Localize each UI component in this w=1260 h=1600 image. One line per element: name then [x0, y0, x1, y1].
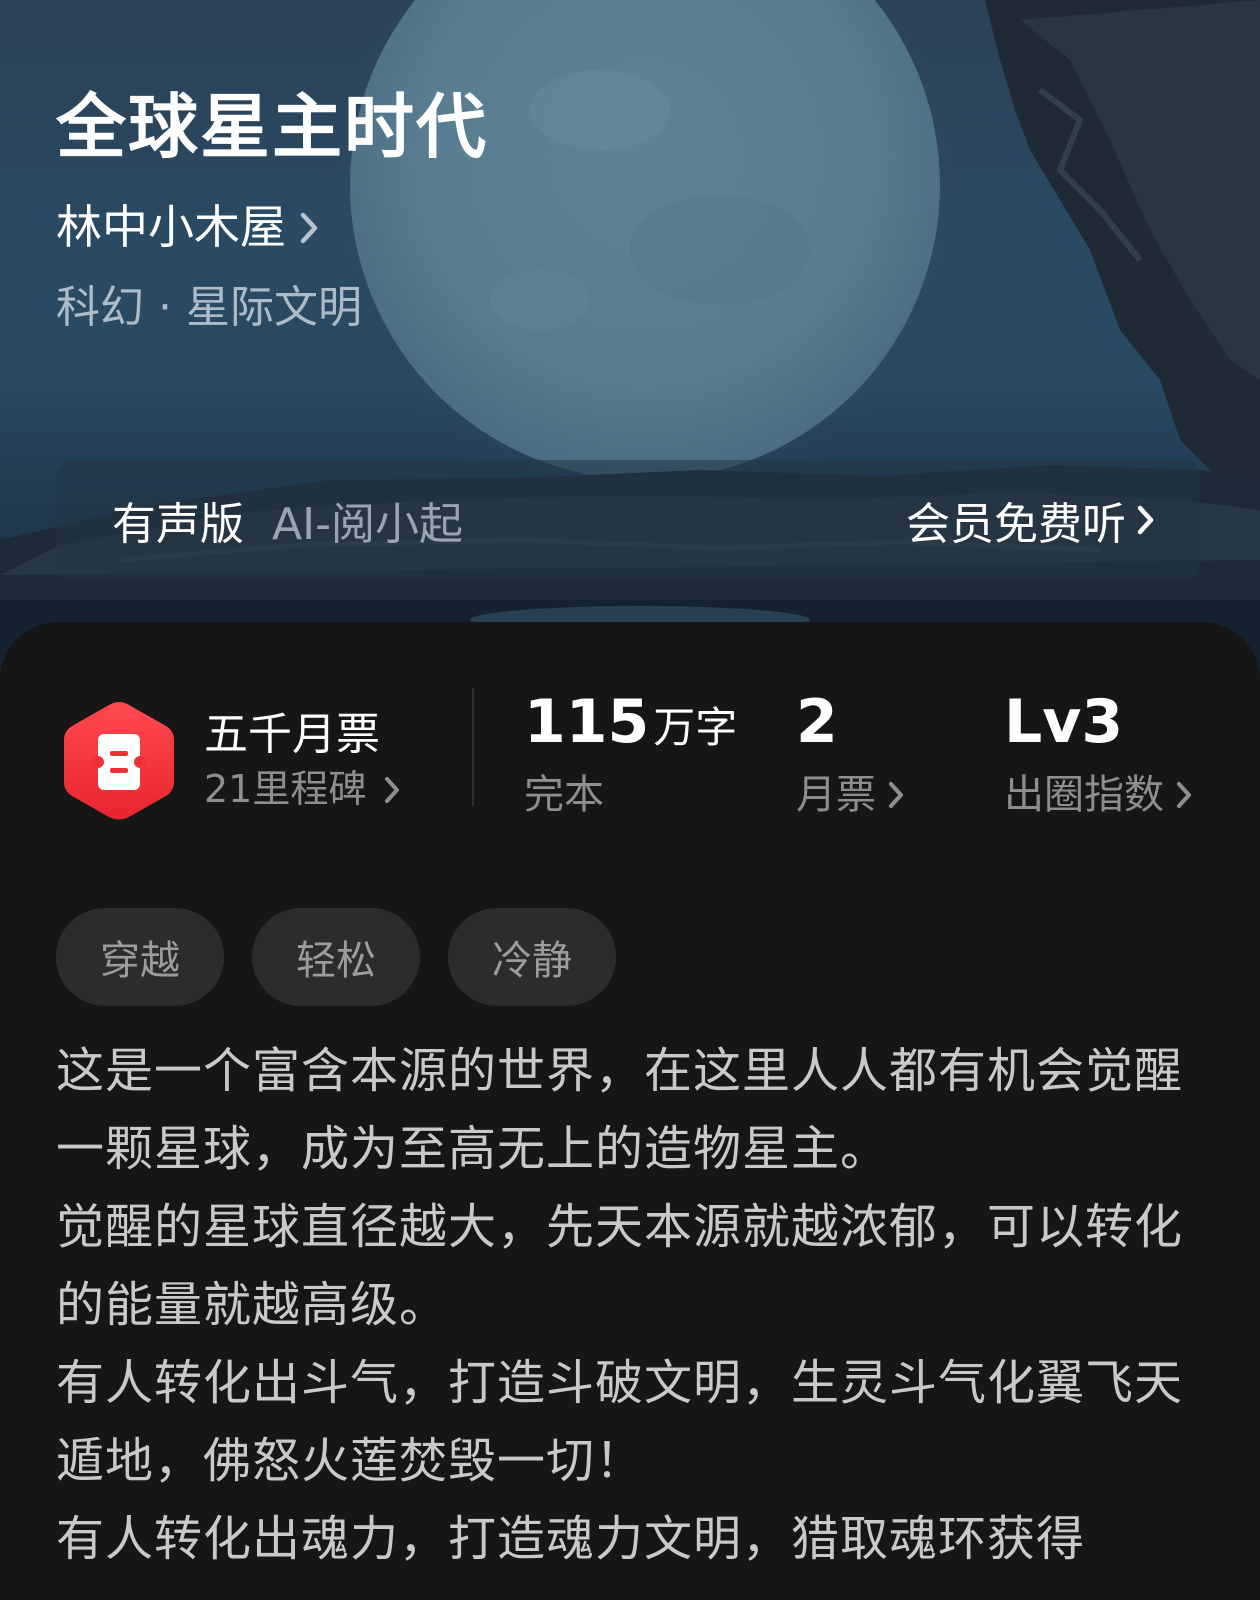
popularity-index-label: 出圈指数	[1004, 767, 1194, 823]
book-genre: 科幻 · 星际文明	[56, 282, 362, 333]
monthly-ticket-stat[interactable]: 2 月票	[796, 688, 906, 823]
tag-list: 穿越 轻松 冷静	[56, 908, 616, 1006]
word-count-label: 完本	[524, 767, 737, 823]
word-count-unit: 万字	[653, 703, 738, 752]
stats-row: 五千月票 21里程碑 115万字 完本 2 月票 Lv3 出圈指数	[0, 688, 1260, 838]
stats-divider	[472, 688, 474, 806]
tag-chip[interactable]: 冷静	[448, 908, 616, 1006]
cover-background: 全球星主时代 林中小木屋 科幻 · 星际文明 有声版 AI-阅小起 会员免费听	[0, 0, 1260, 700]
milestone-subtitle-text: 21里程碑	[204, 767, 367, 811]
milestone-text: 五千月票 21里程碑	[204, 706, 402, 816]
synopsis-paragraph: 这是一个富含本源的世界，在这里人人都有机会觉醒一颗星球，成为至高无上的造物星主。	[56, 1043, 1184, 1177]
ticket-badge-icon	[64, 702, 174, 820]
book-info-panel: 五千月票 21里程碑 115万字 完本 2 月票 Lv3 出圈指数 穿越 轻松 …	[0, 622, 1260, 1600]
author-name: 林中小木屋	[56, 200, 286, 254]
popularity-index-label-text: 出圈指数	[1004, 772, 1164, 818]
popularity-index-value: Lv3	[1004, 687, 1124, 757]
chevron-right-icon	[1137, 505, 1154, 535]
member-free-listen-label: 会员免费听	[906, 499, 1126, 550]
synopsis-paragraph: 觉醒的星球直径越大，先天本源就越浓郁，可以转化的能量就越高级。	[56, 1199, 1184, 1333]
chevron-right-icon	[385, 776, 400, 803]
milestone-subtitle: 21里程碑	[204, 763, 402, 816]
book-detail-screen: 全球星主时代 林中小木屋 科幻 · 星际文明 有声版 AI-阅小起 会员免费听	[0, 0, 1260, 1600]
author-link[interactable]: 林中小木屋	[56, 200, 320, 255]
synopsis-paragraph: 有人转化出斗气，打造斗破文明，生灵斗气化翼飞天遁地，佛怒火莲焚毁一切！	[56, 1355, 1184, 1489]
audio-version-bar[interactable]: 有声版 AI-阅小起 会员免费听	[56, 460, 1200, 580]
word-count-number: 115	[524, 687, 650, 757]
completion-status: 完本	[524, 772, 604, 818]
milestone-card[interactable]: 五千月票 21里程碑	[60, 698, 402, 824]
book-title: 全球星主时代	[56, 85, 488, 168]
milestone-title: 五千月票	[204, 708, 380, 760]
tag-chip[interactable]: 轻松	[252, 908, 420, 1006]
popularity-index-stat[interactable]: Lv3 出圈指数	[1004, 688, 1194, 823]
tag-chip[interactable]: 穿越	[56, 908, 224, 1006]
chevron-right-icon	[1177, 782, 1191, 808]
chevron-right-icon	[889, 782, 903, 808]
audio-label: 有声版	[112, 499, 244, 550]
word-count-value: 115万字	[524, 688, 737, 757]
synopsis-paragraph: 有人转化出魂力，打造魂力文明，猎取魂环获得	[56, 1511, 1086, 1567]
monthly-ticket-label: 月票	[796, 767, 906, 823]
monthly-ticket-label-text: 月票	[796, 772, 876, 818]
monthly-ticket-value: 2	[796, 687, 838, 757]
chevron-right-icon	[300, 212, 318, 243]
member-free-listen-button[interactable]: 会员免费听	[906, 488, 1156, 552]
synopsis[interactable]: 这是一个富含本源的世界，在这里人人都有机会觉醒一颗星球，成为至高无上的造物星主。…	[56, 1032, 1216, 1600]
word-count-stat: 115万字 完本	[524, 688, 737, 823]
audio-narrator: AI-阅小起	[272, 499, 463, 550]
